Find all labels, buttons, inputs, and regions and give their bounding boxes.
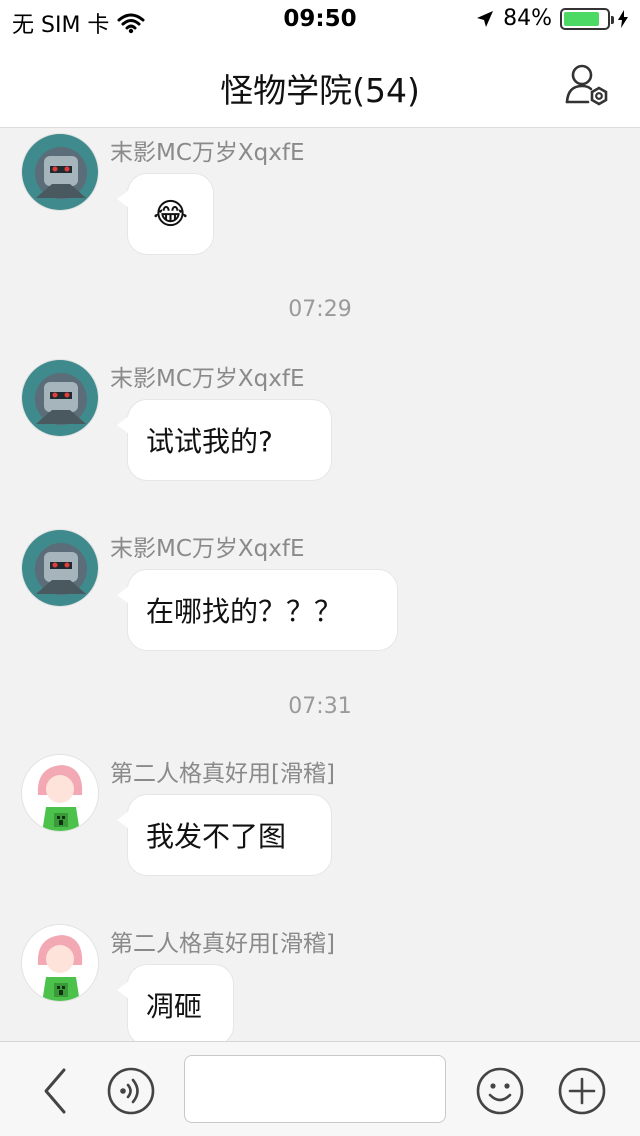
message-bubble[interactable]: 在哪找的？？？ xyxy=(117,569,398,651)
sender-name: 末影MC万岁XqxfE xyxy=(110,366,305,392)
chat-timestamp: 07:31 xyxy=(288,694,352,719)
chat-message: 末影MC万岁XqxfE 试试我的? xyxy=(0,359,640,499)
sender-name: 第二人格真好用[滑稽] xyxy=(110,931,335,957)
sender-name: 第二人格真好用[滑稽] xyxy=(110,761,335,787)
chat-message: 第二人格真好用[滑稽] 凋砸 xyxy=(0,924,640,1041)
group-title: 怪物学院(54) xyxy=(220,71,420,110)
voice-icon[interactable] xyxy=(106,1066,156,1116)
robot-avatar[interactable] xyxy=(21,529,99,607)
chat-message: 末影MC万岁XqxfE 😂 xyxy=(0,133,640,273)
message-bubble[interactable]: 凋砸 xyxy=(117,964,234,1041)
group-settings-icon[interactable] xyxy=(564,62,612,108)
anime-girl-avatar[interactable] xyxy=(21,754,99,832)
emoji-icon[interactable] xyxy=(475,1066,525,1116)
input-bar xyxy=(0,1041,640,1136)
message-input[interactable] xyxy=(184,1055,446,1123)
message-text: 在哪找的？？？ xyxy=(146,595,343,628)
message-bubble[interactable]: 😂 xyxy=(117,173,214,255)
message-text: 我发不了图 xyxy=(146,820,287,853)
sender-name: 末影MC万岁XqxfE xyxy=(110,140,305,166)
anime-girl-avatar[interactable] xyxy=(21,924,99,1002)
battery-icon xyxy=(560,7,614,30)
message-text: 试试我的? xyxy=(146,425,273,458)
chat-message: 末影MC万岁XqxfE 在哪找的？？？ xyxy=(0,529,640,669)
add-icon[interactable] xyxy=(557,1066,607,1116)
location-arrow-icon xyxy=(477,10,494,27)
message-bubble[interactable]: 试试我的? xyxy=(117,399,332,481)
chat-area[interactable]: 末影MC万岁XqxfE 😂 07:29 末影MC万岁XqxfE 试试我的? 末影… xyxy=(0,129,640,1041)
status-bar: 无 SIM 卡 09:50 84% xyxy=(0,0,640,40)
sender-name: 末影MC万岁XqxfE xyxy=(110,536,305,562)
battery-percent: 84% xyxy=(503,6,552,31)
robot-avatar[interactable] xyxy=(21,133,99,211)
message-text: 凋砸 xyxy=(146,990,203,1023)
back-icon[interactable] xyxy=(30,1066,80,1116)
chat-timestamp: 07:29 xyxy=(288,297,352,322)
chat-message: 第二人格真好用[滑稽] 我发不了图 xyxy=(0,754,640,894)
status-right: 84% xyxy=(475,6,628,31)
charging-bolt-icon xyxy=(618,9,628,28)
battery-fill xyxy=(564,11,600,26)
message-bubble[interactable]: 我发不了图 xyxy=(117,794,332,876)
laughing-emoji-icon: 😂 xyxy=(152,196,189,232)
robot-avatar[interactable] xyxy=(21,359,99,437)
chat-header: 怪物学院(54) xyxy=(0,40,640,128)
